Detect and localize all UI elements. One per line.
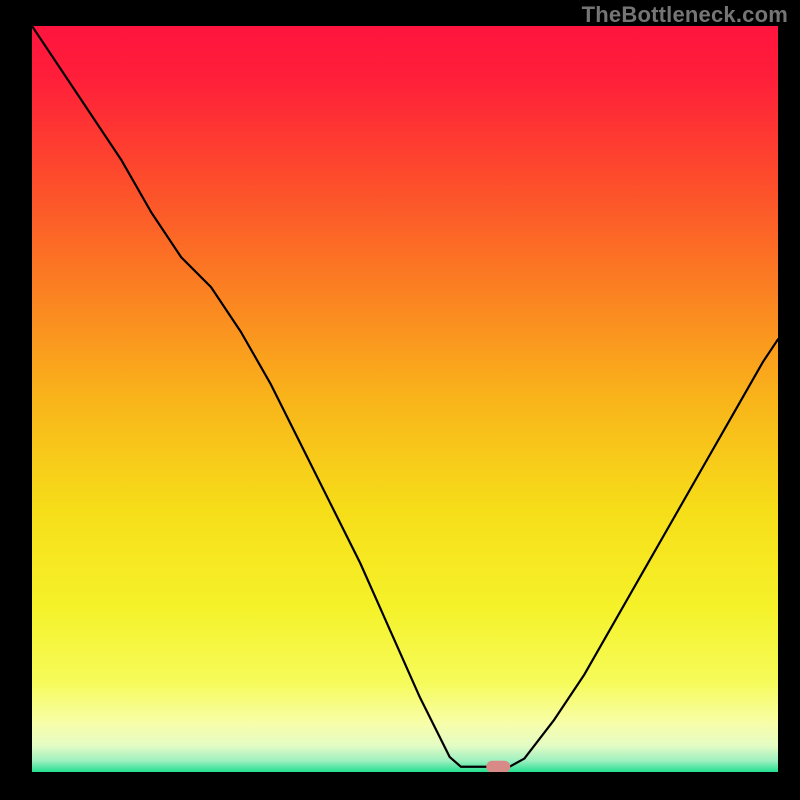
optimal-point-marker [486, 761, 510, 772]
chart-frame: TheBottleneck.com [0, 0, 800, 800]
watermark-text: TheBottleneck.com [582, 2, 788, 28]
bottleneck-chart [32, 26, 778, 772]
gradient-background [32, 26, 778, 772]
